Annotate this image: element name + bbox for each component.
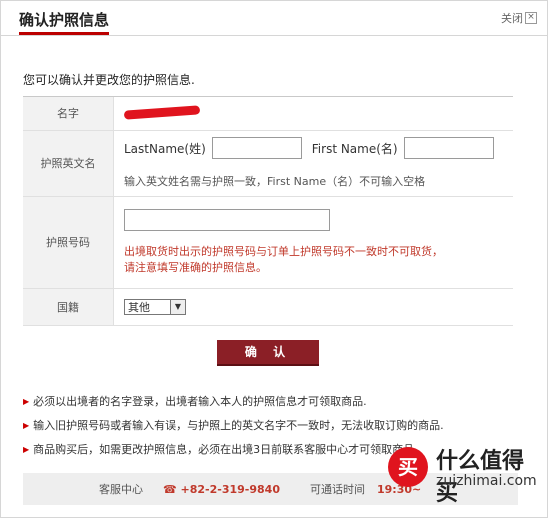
bullet-icon: ▶ <box>23 444 30 454</box>
english-name-row: 护照英文名 LastName(姓) First Name(名) 输入英文姓名需与… <box>23 130 513 197</box>
english-name-hint: 输入英文姓名需与护照一致，First Name（名）不可输入空格 <box>124 175 426 188</box>
watermark-url: zuizhimai.com <box>436 473 537 489</box>
note-text: 输入旧护照号码或者输入有误，与护照上的英文名字不一致时，无法收取订购的商品. <box>33 419 444 432</box>
passport-form: 名字 护照英文名 LastName(姓) First Name(名) 输入英文姓… <box>23 97 513 326</box>
tab-underline <box>19 32 109 35</box>
chevron-down-icon: ▼ <box>170 299 185 314</box>
service-phone: ☎ +82-2-319-9840 <box>163 482 280 496</box>
tab-bar: 确认护照信息 关闭 × <box>1 1 547 36</box>
redacted-name <box>123 105 201 120</box>
close-button[interactable]: 关闭 × <box>501 10 537 26</box>
country-label: 国籍 <box>23 288 114 326</box>
watermark-logo-icon: 买 <box>388 447 428 487</box>
english-name-inputs: LastName(姓) First Name(名) <box>124 137 512 159</box>
english-name-label: 护照英文名 <box>23 130 114 197</box>
site-watermark: 买 什么值得买 zuizhimai.com <box>384 437 544 515</box>
country-row: 国籍 其他 ▼ <box>23 288 513 326</box>
hours-label: 可通话时间 <box>309 483 365 496</box>
lastname-label: LastName(姓) <box>124 141 206 156</box>
lastname-input[interactable] <box>211 137 302 159</box>
intro-text: 您可以确认并更改您的护照信息. <box>23 73 195 87</box>
note-item: ▶ 必须以出境者的名字登录，出境者输入本人的护照信息才可领取商品. <box>23 393 523 409</box>
country-value: 其他 <box>128 300 150 314</box>
bullet-icon: ▶ <box>23 396 30 406</box>
name-label: 名字 <box>23 97 114 131</box>
firstname-label: First Name(名) <box>311 141 398 156</box>
service-label: 客服中心 <box>99 483 143 496</box>
note-item: ▶ 输入旧护照号码或者输入有误，与护照上的英文名字不一致时，无法收取订购的商品. <box>23 417 523 433</box>
country-select[interactable]: 其他 ▼ <box>124 298 186 315</box>
close-icon: × <box>525 12 537 24</box>
name-row: 名字 <box>23 97 513 131</box>
firstname-input[interactable] <box>403 137 494 159</box>
note-text: 商品购买后，如需更改护照信息，必须在出境3日前联系客服中心才可领取商品. <box>33 443 418 456</box>
passport-warning-line-1: 出境取货时出示的护照号码与订单上护照号码不一致时不可取货， <box>124 244 443 258</box>
close-label: 关闭 <box>501 12 523 25</box>
confirm-button[interactable]: 确 认 <box>217 340 319 366</box>
passport-number-row: 护照号码 出境取货时出示的护照号码与订单上护照号码不一致时不可取货， 请注意填写… <box>23 196 513 289</box>
passport-number-label: 护照号码 <box>23 196 114 289</box>
name-value <box>113 97 513 131</box>
passport-warning-line-2: 请注意填写准确的护照信息。 <box>124 260 267 274</box>
passport-warning: 出境取货时出示的护照号码与订单上护照号码不一致时不可取货， 请注意填写准确的护照… <box>124 244 512 276</box>
note-text: 必须以出境者的名字登录，出境者输入本人的护照信息才可领取商品. <box>33 395 367 408</box>
tab-passport-info[interactable]: 确认护照信息 <box>19 9 109 30</box>
passport-number-input[interactable] <box>124 208 330 231</box>
bullet-icon: ▶ <box>23 420 30 430</box>
